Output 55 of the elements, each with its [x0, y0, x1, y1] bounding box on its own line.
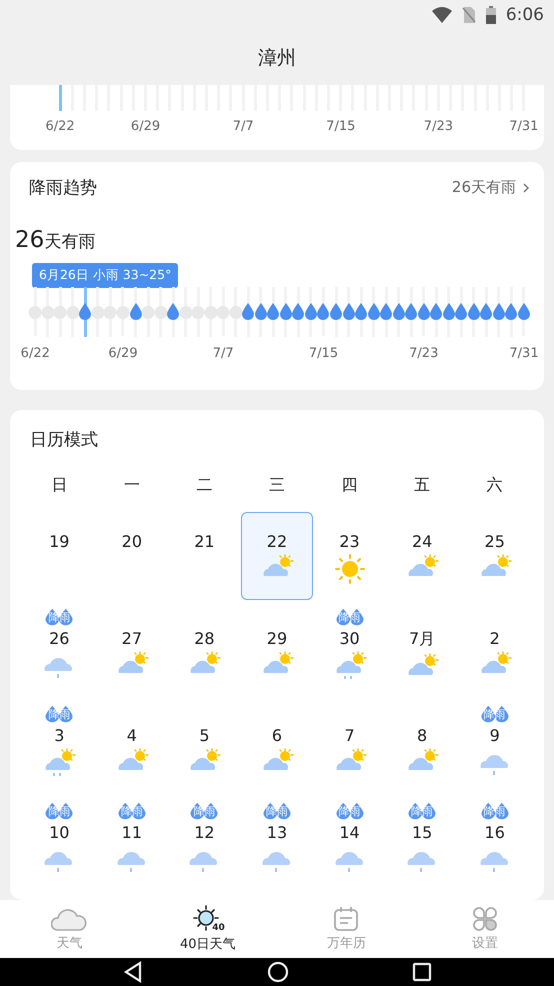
rain-days-total: 26天有雨 — [15, 227, 96, 253]
no-sim-icon — [462, 7, 476, 23]
weekday-label: 六 — [486, 475, 503, 494]
wifi-icon — [432, 7, 452, 23]
calendar-day[interactable]: 24 — [386, 505, 458, 602]
calendar-icon — [333, 906, 360, 932]
card-title: 日历模式 — [29, 429, 99, 451]
axis-label: 7/23 — [409, 346, 438, 361]
cloud-icon — [51, 906, 88, 932]
chevron-icon — [522, 182, 530, 194]
axis-label: 7/31 — [509, 119, 538, 134]
calendar-day[interactable]: 19 — [23, 505, 96, 602]
axis-label: 6/22 — [20, 346, 50, 361]
axis-label: 6/22 — [46, 119, 75, 134]
calendar-day[interactable]: 5 — [168, 699, 240, 796]
rain-days-link[interactable]: 26天有雨 — [452, 178, 530, 197]
axis-label: 7/31 — [509, 346, 539, 361]
clover-icon — [472, 906, 498, 932]
calendar-day[interactable]: 20 — [96, 505, 168, 602]
axis-label: 7/7 — [232, 119, 254, 134]
weekday-label: 二 — [196, 475, 212, 494]
weekday-label: 日 — [51, 475, 68, 494]
weekday-label: 三 — [268, 475, 285, 494]
weekday-label: 五 — [414, 475, 430, 494]
calendar-day[interactable]: 29 — [240, 602, 313, 699]
status-time: 6:06 — [506, 5, 544, 25]
calendar-day[interactable]: 7 — [314, 699, 386, 796]
battery-icon — [486, 6, 496, 24]
card-title: 降雨趋势 — [29, 177, 97, 199]
calendar-day[interactable]: 22 — [240, 512, 313, 600]
axis-label: 6/29 — [108, 346, 138, 361]
calendar-day[interactable]: 28 — [168, 602, 240, 699]
tooltip: 6月26日 小雨 33~25° — [32, 263, 178, 288]
weekday-label: 四 — [342, 475, 358, 494]
axis-label: 7/23 — [424, 119, 453, 134]
back-icon[interactable] — [122, 961, 144, 983]
axis-label: 7/7 — [212, 346, 234, 361]
axis-label: 7/15 — [326, 119, 356, 134]
calendar-day[interactable]: 6 — [240, 699, 313, 796]
sun-icon — [334, 554, 365, 584]
home-icon[interactable] — [266, 961, 289, 983]
recents-icon[interactable] — [412, 962, 432, 982]
calendar-day[interactable]: 25 — [458, 505, 531, 602]
city-title: 漳州 — [258, 46, 296, 70]
axis-label: 6/29 — [130, 119, 160, 134]
calendar-day[interactable]: 23 — [314, 505, 386, 602]
calendar-day[interactable]: 8 — [386, 699, 458, 796]
calendar-day[interactable]: 27 — [96, 602, 168, 699]
calendar-day[interactable]: 7月 — [386, 602, 458, 699]
weekday-label: 一 — [124, 475, 140, 494]
calendar-day[interactable]: 21 — [168, 505, 240, 602]
nav-tab[interactable]: 40 40日天气 — [138, 900, 277, 958]
calendar-day[interactable]: 2 — [458, 602, 531, 699]
calendar-day[interactable]: 4 — [96, 699, 168, 796]
axis-label: 7/15 — [308, 346, 338, 361]
